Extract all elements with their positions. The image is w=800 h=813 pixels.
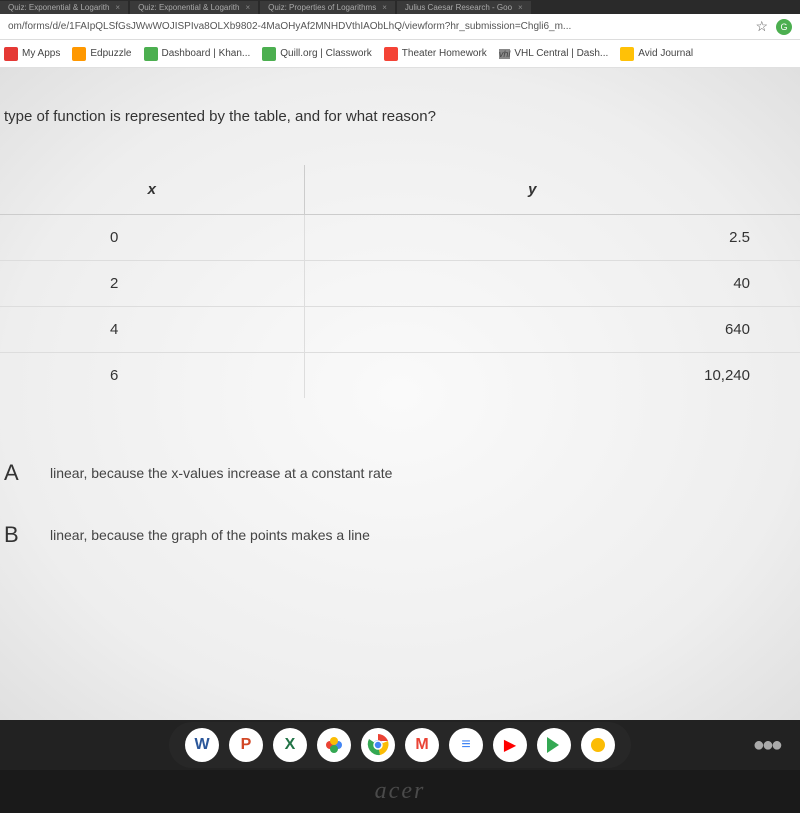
browser-tab-strip: Quiz: Exponential & Logarith× Quiz: Expo…: [0, 0, 800, 14]
profile-avatar-icon[interactable]: G: [776, 19, 792, 35]
gmail-icon[interactable]: M: [405, 728, 439, 762]
bookmark-theater[interactable]: Theater Homework: [384, 47, 487, 61]
bookmark-khan[interactable]: Dashboard | Khan...: [144, 47, 251, 61]
app-icon: [620, 47, 634, 61]
close-icon[interactable]: ×: [518, 3, 523, 12]
youtube-icon[interactable]: ▶: [493, 728, 527, 762]
close-icon[interactable]: ×: [245, 3, 250, 12]
taskbar-dock: W P X M ≡ ▶: [169, 722, 631, 768]
taskbar: W P X M ≡ ▶ ●●●: [0, 720, 800, 770]
answer-text: linear, because the x-values increase at…: [50, 465, 392, 481]
quill-icon: [262, 47, 276, 61]
bookmark-edpuzzle[interactable]: Edpuzzle: [72, 47, 131, 61]
browser-tab[interactable]: Quiz: Exponential & Logarith×: [130, 1, 258, 14]
answer-option-b[interactable]: B linear, because the graph of the point…: [0, 510, 800, 572]
browser-tab[interactable]: Julius Caesar Research - Goo×: [397, 1, 531, 14]
photos-icon[interactable]: [317, 728, 351, 762]
app-icon: [72, 47, 86, 61]
system-tray-icon[interactable]: ●●●: [753, 734, 780, 757]
answer-letter: B: [0, 522, 50, 548]
data-table: x y 02.5 240 4640 610,240: [0, 165, 800, 398]
powerpoint-icon[interactable]: P: [229, 728, 263, 762]
docs-icon[interactable]: ≡: [449, 728, 483, 762]
bookmarks-bar: My Apps Edpuzzle Dashboard | Khan... Qui…: [0, 40, 800, 68]
table-row: 240: [0, 261, 800, 307]
app-icon: [384, 47, 398, 61]
browser-tab[interactable]: Quiz: Exponential & Logarith×: [0, 1, 128, 14]
close-icon[interactable]: ×: [115, 3, 120, 12]
table-row: 4640: [0, 307, 800, 353]
app-icon[interactable]: [581, 728, 615, 762]
word-icon[interactable]: W: [185, 728, 219, 762]
excel-icon[interactable]: X: [273, 728, 307, 762]
bookmark-vhl[interactable]: vhlVHL Central | Dash...: [499, 48, 608, 59]
app-icon: [144, 47, 158, 61]
url-input[interactable]: om/forms/d/e/1FAIpQLSfGsJWwWOJISPIva8OLX…: [8, 21, 747, 32]
bookmark-star-icon[interactable]: ☆: [755, 18, 768, 35]
question-text: type of function is represented by the t…: [0, 108, 800, 165]
bookmark-avid[interactable]: Avid Journal: [620, 47, 693, 61]
vhl-icon: vhl: [499, 49, 511, 59]
browser-tab[interactable]: Quiz: Properties of Logarithms×: [260, 1, 395, 14]
answer-letter: A: [0, 460, 50, 486]
bookmark-myapps[interactable]: My Apps: [4, 47, 60, 61]
table-row: 610,240: [0, 353, 800, 399]
address-bar: om/forms/d/e/1FAIpQLSfGsJWwWOJISPIva8OLX…: [0, 14, 800, 40]
answer-options: A linear, because the x-values increase …: [0, 428, 800, 592]
answer-text: linear, because the graph of the points …: [50, 527, 370, 543]
table-row: 02.5: [0, 215, 800, 261]
play-store-icon[interactable]: [537, 728, 571, 762]
table-header-y: y: [304, 165, 800, 215]
answer-option-a[interactable]: A linear, because the x-values increase …: [0, 448, 800, 510]
laptop-logo: acer: [0, 770, 800, 813]
chrome-icon[interactable]: [361, 728, 395, 762]
bookmark-quill[interactable]: Quill.org | Classwork: [262, 47, 372, 61]
app-icon: [4, 47, 18, 61]
page-content: type of function is represented by the t…: [0, 68, 800, 720]
table-header-x: x: [0, 165, 304, 215]
close-icon[interactable]: ×: [382, 3, 387, 12]
